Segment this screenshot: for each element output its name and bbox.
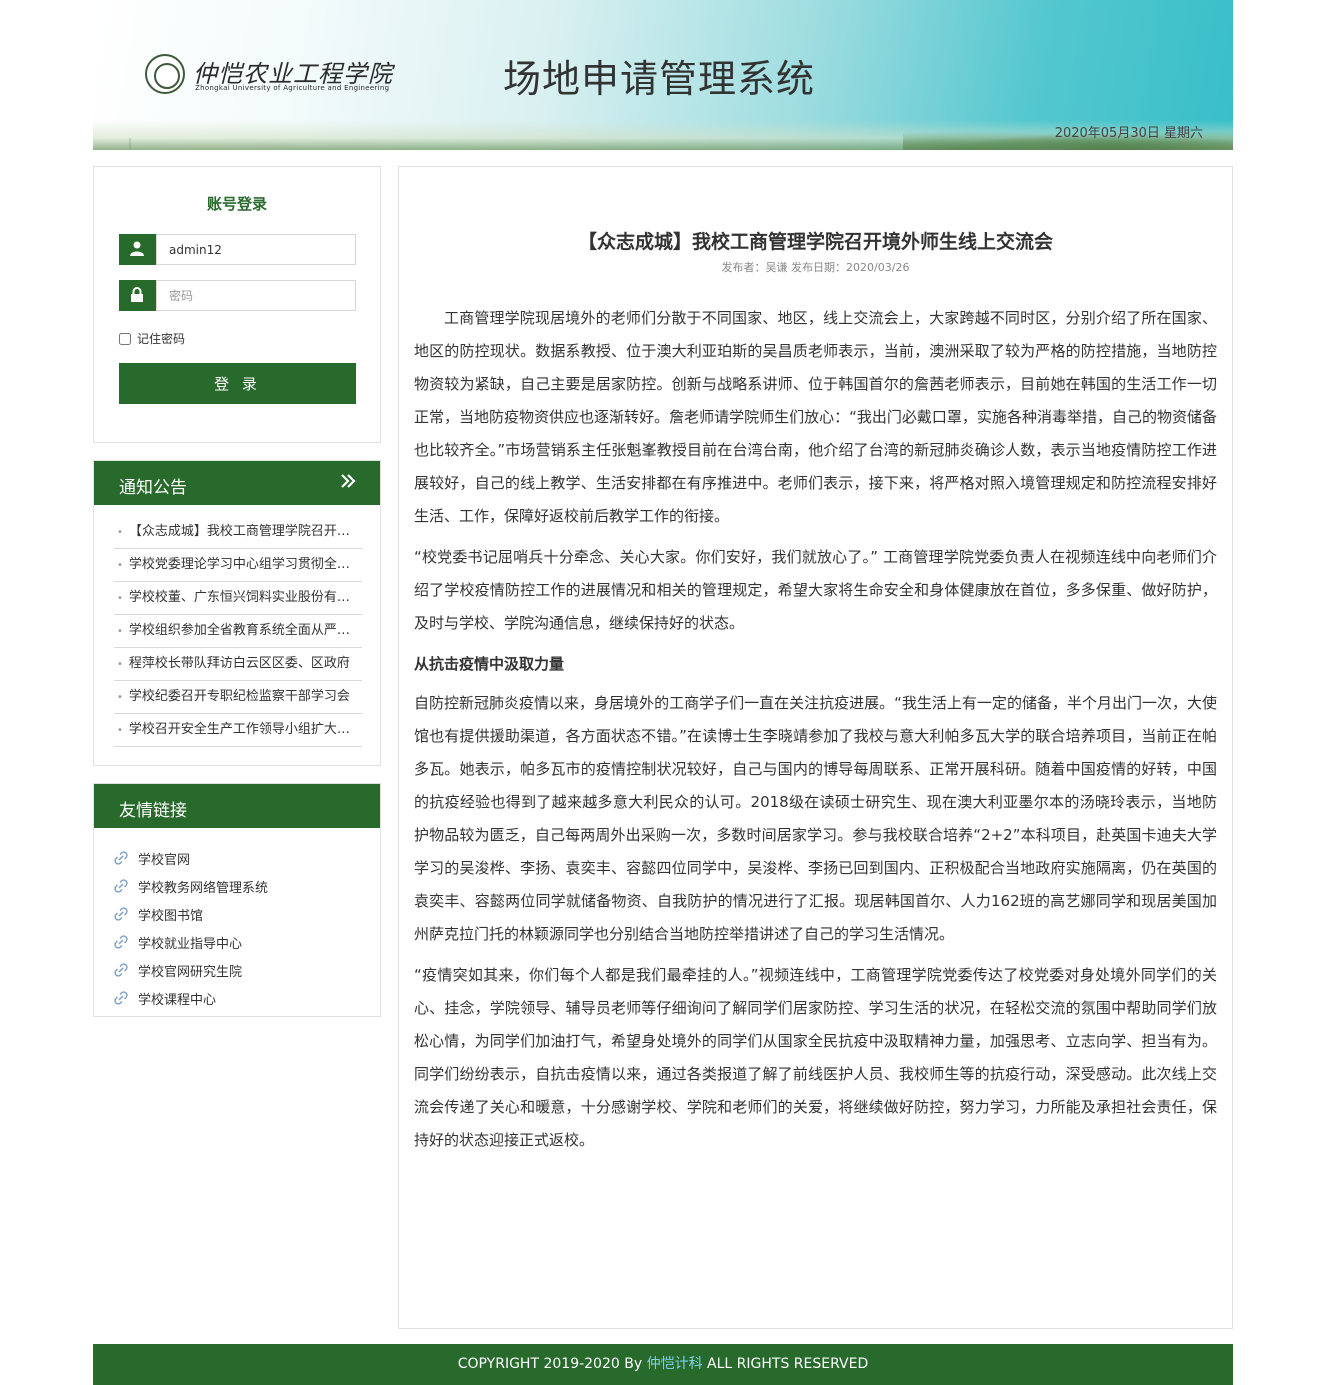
friend-link[interactable]: 学校教务网络管理系统 [114,872,268,900]
link-chain-icon [114,879,128,893]
bullet-icon: • [117,626,123,637]
article-title: 【众志成城】我校工商管理学院召开境外师生线上交流会 [577,231,1053,253]
friend-links-header: 友情链接 [94,784,380,828]
username-input[interactable] [156,234,356,265]
link-chain-icon [114,963,128,977]
double-chevron-right-icon[interactable] [340,471,356,495]
footer-copyright-prefix: COPYRIGHT 2019-2020 By [457,1356,647,1372]
notice-list: •【众志成城】我校工商管理学院召开境外师生线上交流会 •学校党委理论学习中心组学… [114,517,362,748]
login-title: 账号登录 [206,195,267,213]
link-chain-icon [114,851,128,865]
article-paragraph: 自防控新冠肺炎疫情以来，身居境外的工商学子们一直在关注抗疫进展。“我生活上有一定… [414,694,1217,943]
bullet-icon: • [117,659,123,670]
remember-password-checkbox[interactable] [119,332,131,345]
current-date: 2020年05月30日 星期六 [1054,126,1203,141]
article-meta: 发布者：吴谦 发布日期：2020/03/26 [721,261,910,274]
university-seal-icon [145,54,185,94]
system-title: 场地申请管理系统 [503,57,816,101]
notice-item[interactable]: •学校党委理论学习中心组学习贯彻全国两会精神 [114,550,362,582]
friend-link[interactable]: 学校就业指导中心 [114,928,268,956]
article-paragraph: “校党委书记屈哨兵十分牵念、关心大家。你们安好，我们就放心了。” 工商管理学院党… [414,548,1217,632]
link-chain-icon [114,935,128,949]
article-subheading: 从抗击疫情中汲取力量 [414,655,565,673]
remember-password[interactable]: 记住密码 [119,330,185,347]
article-panel: 【众志成城】我校工商管理学院召开境外师生线上交流会 发布者：吴谦 发布日期：20… [398,166,1233,1329]
notice-item[interactable]: • 学校纪委召开专职纪检监察干部学习会 [114,682,362,714]
lock-icon [119,280,156,311]
notice-item[interactable]: •【众志成城】我校工商管理学院召开境外师生线上交流会 [114,517,362,549]
password-field [119,280,356,311]
footer-copyright-suffix: ALL RIGHTS RESERVED [702,1356,869,1372]
notice-item[interactable]: •学校组织参加全省教育系统全面从严治党工作会议 [114,616,362,648]
logo-english-name: Zhongkai University of Agriculture and E… [195,84,390,92]
notice-panel: 通知公告 •【众志成城】我校工商管理学院召开境外师生线上交流会 •学校党委理论学… [93,460,381,766]
site-footer: COPYRIGHT 2019-2020 By 仲恺计科 ALL RIGHTS R… [93,1344,1233,1385]
login-button[interactable]: 登 录 [119,363,356,404]
friend-links-panel: 友情链接 学校官网 学校教务网络管理系统 学校图书馆 学校就业指导中心 学校官网… [93,783,381,1017]
login-panel: 账号登录 记住密码 登 录 [93,166,381,443]
friend-links-title: 友情链接 [119,801,187,821]
friend-link[interactable]: 学校官网研究生院 [114,956,268,984]
friend-link[interactable]: 学校图书馆 [114,900,268,928]
bullet-icon: • [117,560,123,571]
notice-title: 通知公告 [119,478,187,498]
username-field [119,234,356,265]
bullet-icon: • [117,725,123,736]
bullet-icon: • [117,593,123,604]
friend-link[interactable]: 学校官网 [114,844,268,872]
password-input[interactable] [156,280,356,311]
link-chain-icon [114,991,128,1005]
notice-header: 通知公告 [94,461,380,505]
notice-item[interactable]: • 学校召开安全生产工作领导小组扩大会议 [114,715,362,747]
notice-item[interactable]: •学校校董、广东恒兴饲料实业股份有限公司来校交流 [114,583,362,615]
friend-link[interactable]: 学校课程中心 [114,984,268,1012]
article-body: 工商管理学院现居境外的老师们分散于不同国家、地区，线上交流会上，大家跨越不同时区… [414,302,1217,1165]
link-chain-icon [114,907,128,921]
bullet-icon: • [117,527,123,538]
footer-brand-link[interactable]: 仲恺计科 [647,1356,703,1372]
notice-item[interactable]: • 程萍校长带队拜访白云区区委、区政府 [114,649,362,681]
article-paragraph: 工商管理学院现居境外的老师们分散于不同国家、地区，线上交流会上，大家跨越不同时区… [414,309,1217,525]
article-paragraph: “疫情突如其来，你们每个人都是我们最牵挂的人。”视频连线中，工商管理学院党委传达… [414,966,1217,1149]
university-logo[interactable]: 仲恺农业工程学院 Zhongkai University of Agricult… [145,52,392,100]
bullet-icon: • [117,692,123,703]
user-icon [119,234,156,265]
remember-password-label: 记住密码 [137,332,186,346]
friend-links-list: 学校官网 学校教务网络管理系统 学校图书馆 学校就业指导中心 学校官网研究生院 … [114,844,268,1012]
site-header: 仲恺农业工程学院 Zhongkai University of Agricult… [93,0,1233,150]
